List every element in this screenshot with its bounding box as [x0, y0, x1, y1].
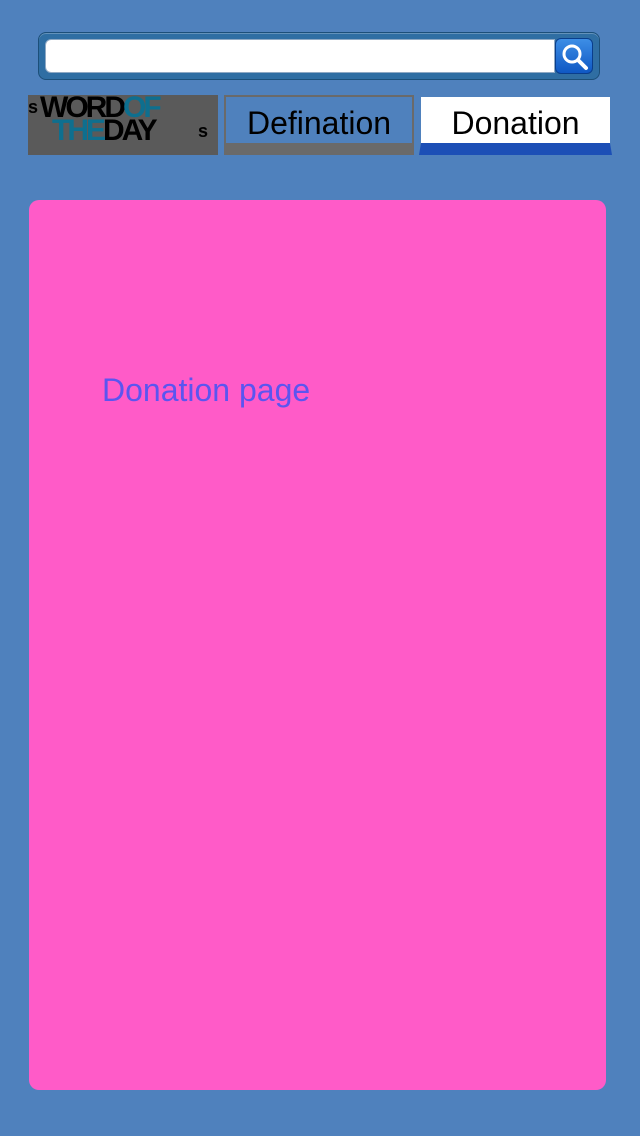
logo-line-2: THEDAY: [52, 114, 158, 147]
tab-donation[interactable]: Donation: [419, 95, 612, 155]
logo-side-left: s: [28, 97, 39, 117]
tab-underline: [28, 153, 218, 155]
tab-word-of-the-day[interactable]: s WORDOF THEDAY s: [28, 95, 218, 155]
tab-defination[interactable]: Defination: [224, 95, 414, 155]
content-panel: Donation page: [29, 200, 606, 1090]
search-button[interactable]: [555, 38, 593, 74]
search-bar: [38, 32, 600, 80]
tab-defination-label: Defination: [246, 105, 392, 141]
search-icon: [562, 44, 588, 70]
logo-side-right: s: [198, 121, 209, 141]
tab-donation-label: Donation: [451, 105, 580, 141]
search-input[interactable]: [45, 39, 555, 73]
donation-page-text: Donation page: [102, 372, 311, 408]
